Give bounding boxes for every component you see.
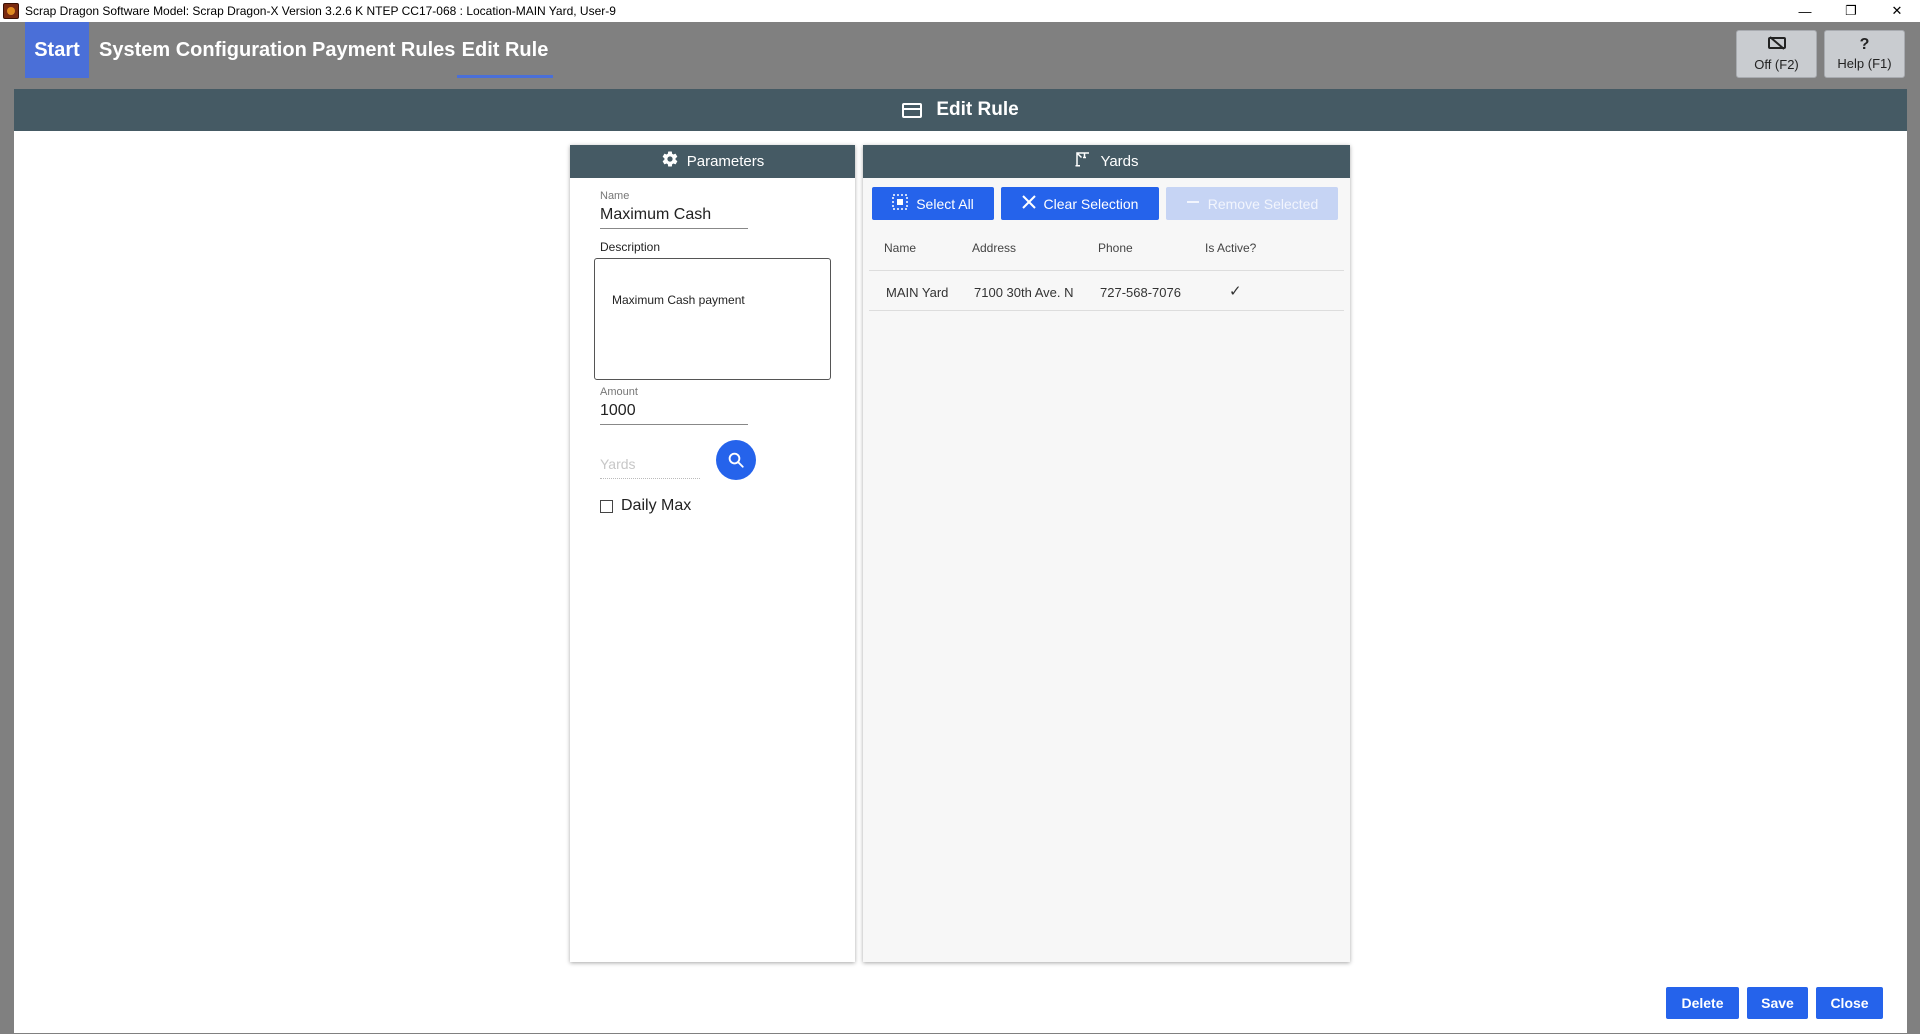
breadcrumb-payment-rules[interactable]: Payment Rules [312, 22, 455, 78]
cell-phone: 727-568-7076 [1100, 285, 1181, 300]
header-divider [869, 270, 1344, 271]
close-icon [1021, 194, 1036, 213]
yards-search-button[interactable] [716, 440, 756, 480]
checkbox-box[interactable] [600, 499, 613, 513]
gear-icon [661, 150, 679, 173]
column-header-phone[interactable]: Phone [1098, 241, 1133, 255]
select-all-icon [892, 193, 908, 214]
credit-card-icon [902, 102, 923, 118]
column-header-address[interactable]: Address [972, 241, 1016, 255]
amount-label: Amount [600, 386, 638, 398]
select-all-button[interactable]: Select All [872, 187, 994, 220]
yards-panel: Yards Select All Clear Selection Remove … [863, 145, 1350, 962]
top-navigation: Start System Configuration Payment Rules… [0, 22, 1920, 88]
parameters-panel: Parameters Name Maximum Cash Description… [570, 145, 855, 962]
cell-address: 7100 30th Ave. N [974, 285, 1074, 300]
nav-start[interactable]: Start [25, 22, 89, 78]
name-field[interactable]: Maximum Cash [600, 206, 711, 224]
parameters-title: Parameters [686, 153, 765, 170]
clear-selection-button[interactable]: Clear Selection [1001, 187, 1159, 220]
remove-selected-label: Remove Selected [1207, 195, 1319, 212]
camera-off-icon [1767, 36, 1786, 54]
parameters-header: Parameters [570, 145, 855, 178]
select-all-label: Select All [916, 195, 974, 212]
yards-input[interactable]: Yards [600, 456, 636, 472]
column-header-is-active[interactable]: Is Active? [1205, 241, 1256, 255]
amount-field[interactable]: 1000 [600, 402, 636, 420]
close-window-button[interactable]: ✕ [1874, 0, 1920, 22]
daily-max-checkbox[interactable]: Daily Max [600, 497, 691, 515]
row-divider [869, 310, 1344, 311]
main-content: Edit Rule Parameters Name Maximum Cash D… [14, 89, 1907, 1033]
window-title: Scrap Dragon Software Model: Scrap Drago… [25, 4, 616, 18]
daily-max-label: Daily Max [621, 497, 692, 514]
help-label: Help (F1) [1837, 56, 1892, 71]
close-button[interactable]: Close [1816, 987, 1883, 1019]
minus-icon [1186, 195, 1200, 213]
breadcrumb-edit-rule[interactable]: Edit Rule [457, 22, 553, 78]
column-header-name[interactable]: Name [884, 241, 916, 255]
amount-underline [600, 424, 748, 425]
minimize-button[interactable]: — [1782, 0, 1828, 22]
yards-title: Yards [1100, 153, 1139, 170]
help-button[interactable]: ? Help (F1) [1824, 30, 1905, 78]
yard-crane-icon [1074, 150, 1092, 173]
save-button[interactable]: Save [1747, 987, 1808, 1019]
dragon-app-icon [3, 3, 19, 19]
cell-name: MAIN Yard [886, 285, 949, 300]
yards-underline [600, 478, 700, 479]
question-icon: ? [1859, 36, 1870, 53]
description-label: Description [600, 240, 661, 254]
page-title: Edit Rule [936, 99, 1019, 120]
name-label: Name [600, 190, 630, 202]
breadcrumb-system-configuration[interactable]: System Configuration [99, 22, 307, 78]
maximize-button[interactable]: ❐ [1828, 0, 1874, 22]
description-textarea[interactable]: Maximum Cash payment [594, 258, 831, 380]
clear-selection-label: Clear Selection [1043, 195, 1139, 212]
off-label: Off (F2) [1754, 57, 1799, 72]
delete-button[interactable]: Delete [1666, 987, 1739, 1019]
yards-header: Yards [863, 145, 1350, 178]
search-icon [728, 452, 744, 468]
name-underline [600, 228, 748, 229]
check-icon: ✓ [1229, 283, 1242, 300]
off-button[interactable]: Off (F2) [1736, 30, 1817, 78]
remove-selected-button[interactable]: Remove Selected [1166, 187, 1338, 220]
page-header: Edit Rule [14, 89, 1907, 131]
window-titlebar: Scrap Dragon Software Model: Scrap Drago… [0, 0, 1920, 22]
